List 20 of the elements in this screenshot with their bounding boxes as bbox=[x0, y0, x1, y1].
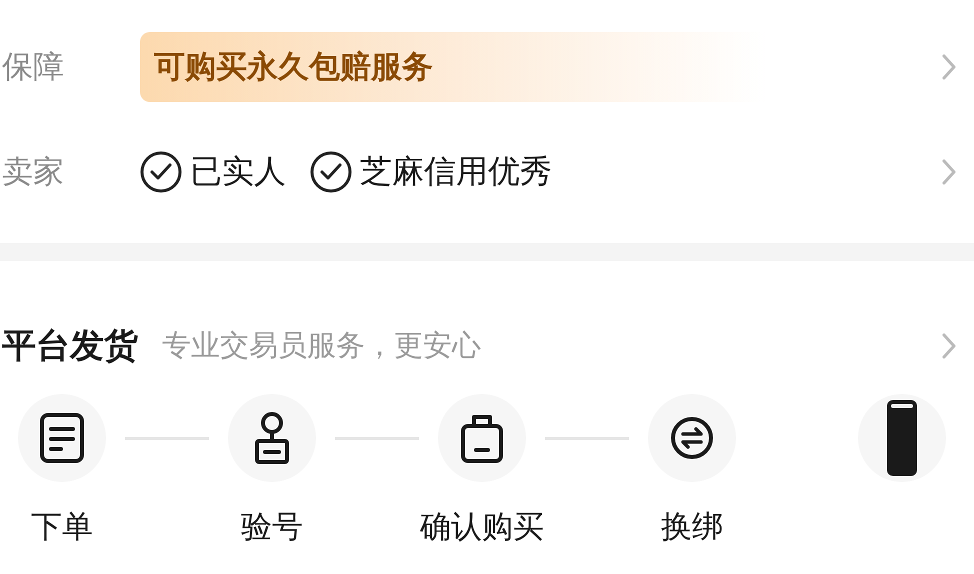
phone-icon bbox=[885, 398, 919, 478]
chevron-right-icon bbox=[942, 54, 956, 80]
shopping-bag-icon bbox=[460, 412, 504, 464]
stamp-icon bbox=[254, 411, 290, 465]
step-label: 验号 bbox=[241, 508, 303, 547]
check-circle-icon bbox=[310, 151, 352, 193]
check-circle-icon bbox=[140, 151, 182, 193]
document-icon bbox=[39, 412, 85, 464]
section-subtitle: 专业交易员服务，更安心 bbox=[162, 327, 482, 364]
badge-text: 芝麻信用优秀 bbox=[360, 151, 552, 192]
badge-text: 已实人 bbox=[190, 151, 286, 192]
swap-arrows-icon bbox=[670, 416, 714, 460]
step-label: 下单 bbox=[31, 508, 93, 547]
row-label: 卖家 bbox=[1, 153, 65, 192]
step-label: 换绑 bbox=[661, 508, 723, 547]
section-title: 平台发货 bbox=[2, 325, 138, 368]
step-label: 确认购买 bbox=[420, 508, 544, 547]
chevron-right-icon bbox=[942, 333, 956, 359]
row-label: 保障 bbox=[1, 48, 65, 87]
chevron-right-icon bbox=[942, 159, 956, 185]
